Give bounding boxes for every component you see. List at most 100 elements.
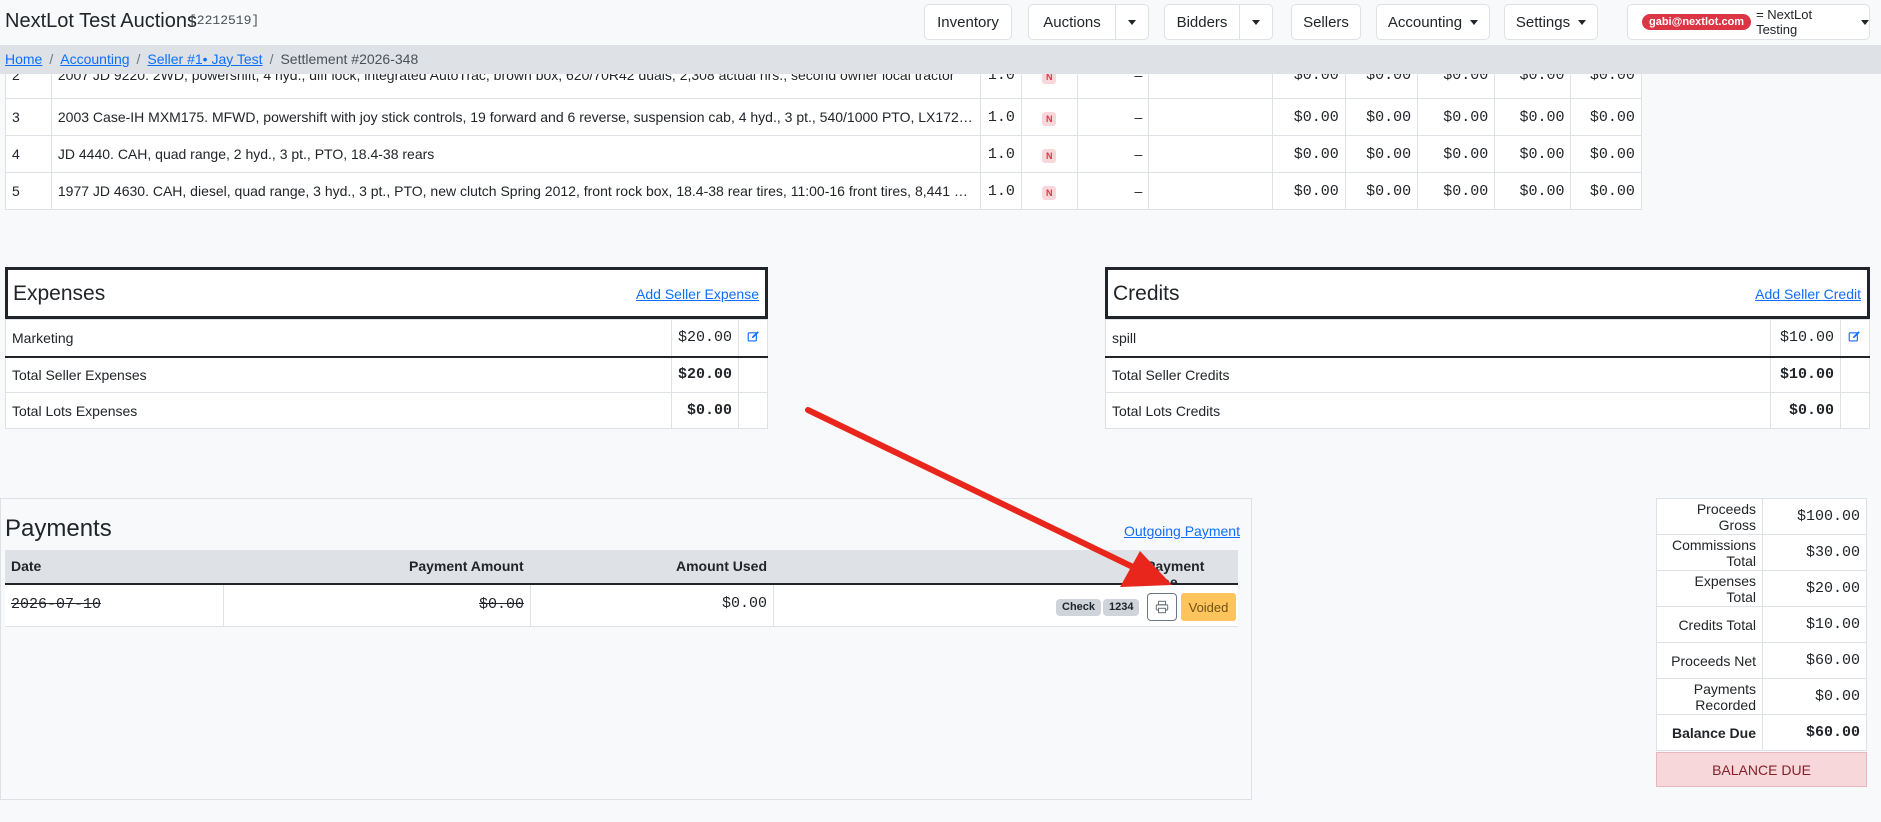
table-row: Proceeds Net $60.00 <box>1656 642 1867 679</box>
table-row: Credits Total $10.00 <box>1656 606 1867 643</box>
credits-table: spill $10.00 Total Seller Credits $10.00… <box>1105 319 1871 429</box>
lot-amount: $0.00 <box>1272 172 1346 210</box>
lot-status-badge: N <box>1041 111 1057 126</box>
accounting-dropdown[interactable]: Accounting <box>1376 4 1490 40</box>
user-email-badge: gabi@nextlot.com <box>1642 14 1752 30</box>
check-number-badge: 1234 <box>1103 599 1140 616</box>
lot-amount: $0.00 <box>1344 135 1419 173</box>
breadcrumb-seller[interactable]: Seller #1• Jay Test <box>147 51 262 67</box>
lot-status-badge: N <box>1041 185 1057 200</box>
table-row: 5 1977 JD 4630. CAH, diesel, quad range, … <box>5 172 1654 210</box>
commissions-total-value: $30.00 <box>1762 534 1867 571</box>
chevron-down-icon <box>1578 19 1587 25</box>
table-row: Total Lots Credits $0.00 <box>1105 392 1871 429</box>
lot-amount: $0.00 <box>1272 135 1346 173</box>
top-navbar: NextLot Test Auctions [2212519] Inventor… <box>0 0 1881 45</box>
table-row: Marketing $20.00 <box>5 319 768 358</box>
credit-item-label: spill <box>1105 319 1771 358</box>
payments-table-header: Date Payment Amount Amount Used Payment … <box>5 550 1238 590</box>
total-seller-credits-label: Total Seller Credits <box>1105 356 1771 393</box>
expenses-total-value: $20.00 <box>1762 570 1867 607</box>
lot-number: 3 <box>5 98 52 136</box>
user-org: = NextLot Testing <box>1756 7 1813 37</box>
table-row: Proceeds Gross $100.00 <box>1656 498 1867 535</box>
balance-due-value: $60.00 <box>1762 714 1867 751</box>
total-lots-expenses-amount: $0.00 <box>670 392 740 429</box>
expenses-title: Expenses <box>13 282 106 305</box>
balance-due-status: BALANCE DUE <box>1656 752 1867 787</box>
table-row: 3 2003 Case-IH MXM175. MFWD, powershift w… <box>5 98 1654 136</box>
user-menu[interactable]: gabi@nextlot.com = NextLot Testing <box>1627 4 1870 40</box>
lot-amount: $0.00 <box>1570 98 1642 136</box>
lot-amount: $0.00 <box>1417 98 1496 136</box>
table-row: Total Seller Expenses $20.00 <box>5 356 768 393</box>
payment-date: 2026-07-10 <box>11 596 102 613</box>
printer-icon <box>1155 600 1169 614</box>
sellers-button[interactable]: Sellers <box>1291 4 1361 40</box>
table-row: 4 JD 4440. CAH, quad range, 2 hyd., 3 pt.… <box>5 135 1654 173</box>
expense-item-label: Marketing <box>5 319 672 358</box>
lot-amount: $0.00 <box>1344 98 1419 136</box>
total-seller-expenses-amount: $20.00 <box>670 356 740 393</box>
lot-amount: $0.00 <box>1417 172 1496 210</box>
table-row: Total Lots Expenses $0.00 <box>5 392 768 429</box>
edit-icon[interactable] <box>747 330 760 346</box>
table-row: Payments Recorded $0.00 <box>1656 678 1867 715</box>
credits-header: Credits Add Seller Credit <box>1105 267 1870 319</box>
table-row: Total Seller Credits $10.00 <box>1105 356 1871 393</box>
total-lots-credits-amount: $0.00 <box>1770 392 1841 429</box>
settings-dropdown[interactable]: Settings <box>1504 4 1598 40</box>
chevron-down-icon <box>1861 19 1869 25</box>
expenses-table: Marketing $20.00 Total Seller Expenses $… <box>5 319 768 429</box>
chevron-down-icon <box>1128 19 1136 25</box>
lot-description: JD 4440. CAH, quad range, 2 hyd., 3 pt.,… <box>50 135 981 173</box>
total-seller-credits-amount: $10.00 <box>1770 356 1841 393</box>
breadcrumb-home[interactable]: Home <box>5 51 42 67</box>
voided-status-badge: Voided <box>1181 593 1236 621</box>
bidders-dropdown-toggle[interactable] <box>1239 4 1273 40</box>
lot-quantity: 1.0 <box>979 172 1022 210</box>
chevron-down-icon <box>1470 19 1479 25</box>
expenses-header: Expenses Add Seller Expense <box>5 267 768 319</box>
breadcrumb-accounting[interactable]: Accounting <box>60 51 129 67</box>
breadcrumb-current: Settlement #2026-348 <box>280 51 419 67</box>
print-button[interactable] <box>1147 593 1177 621</box>
lot-amount: $0.00 <box>1494 135 1572 173</box>
add-seller-credit-link[interactable]: Add Seller Credit <box>1755 286 1861 302</box>
column-payment-amount: Payment Amount <box>409 558 524 574</box>
proceeds-net-value: $60.00 <box>1762 642 1867 679</box>
outgoing-payment-link[interactable]: Outgoing Payment <box>1124 523 1240 539</box>
chevron-down-icon <box>1252 19 1260 25</box>
auctions-button[interactable]: Auctions <box>1028 4 1116 40</box>
add-seller-expense-link[interactable]: Add Seller Expense <box>636 286 759 302</box>
payment-amount-used: $0.00 <box>721 595 767 612</box>
lot-quantity: 1.0 <box>979 98 1022 136</box>
edit-icon[interactable] <box>1848 330 1861 346</box>
proceeds-gross-value: $100.00 <box>1762 498 1867 535</box>
lot-dash: – <box>1076 135 1150 173</box>
lot-amount: $0.00 <box>1417 135 1496 173</box>
payments-panel <box>0 498 1252 800</box>
brand-id: [2212519] <box>189 13 260 28</box>
lot-amount: $0.00 <box>1344 172 1419 210</box>
credit-item-amount: $10.00 <box>1770 319 1841 358</box>
table-row: 2026-07-10 $0.00 $0.00 Check 1234 Voided <box>5 585 1238 627</box>
table-row: Commissions Total $30.00 <box>1656 534 1867 571</box>
breadcrumb: Home / Accounting / Seller #1• Jay Test / Sett… <box>0 45 1881 74</box>
auctions-dropdown-toggle[interactable] <box>1115 4 1149 40</box>
lot-amount: $0.00 <box>1494 172 1572 210</box>
inventory-button[interactable]: Inventory <box>924 4 1012 40</box>
table-row: Expenses Total $20.00 <box>1656 570 1867 607</box>
lot-status-badge: N <box>1041 148 1057 163</box>
credits-total-value: $10.00 <box>1762 606 1867 643</box>
lot-description: 1977 JD 4630. CAH, diesel, quad range, 3… <box>50 172 981 210</box>
table-row: Balance Due $60.00 <box>1656 714 1867 751</box>
column-date: Date <box>11 558 42 574</box>
payments-recorded-value: $0.00 <box>1762 678 1867 715</box>
payment-amount: $0.00 <box>478 596 524 613</box>
settlement-summary: Proceeds Gross $100.00 Commissions Total $… <box>1656 498 1867 751</box>
bidders-button[interactable]: Bidders <box>1164 4 1240 40</box>
brand-name[interactable]: NextLot Test Auctions <box>5 10 197 33</box>
lot-amount: $0.00 <box>1494 98 1572 136</box>
lot-dash: – <box>1076 98 1150 136</box>
